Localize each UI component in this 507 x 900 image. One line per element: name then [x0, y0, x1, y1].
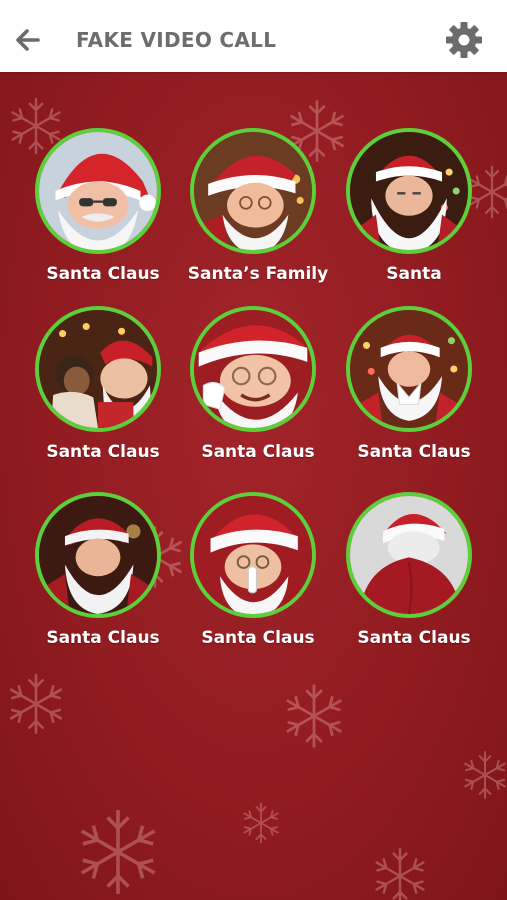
contact-tile[interactable]: Santa’s Family — [180, 128, 336, 308]
contacts-area: Santa Claus Santa’s Family Santa Santa C… — [0, 72, 507, 900]
santa-portrait-image — [350, 496, 468, 614]
santa-portrait-image — [194, 496, 312, 614]
snowflake-icon — [240, 802, 282, 844]
santa-avatar — [190, 492, 316, 618]
contact-tile[interactable]: Santa Claus — [180, 306, 336, 486]
arrow-left-icon — [16, 29, 40, 51]
santa-portrait-image — [350, 310, 468, 428]
santa-avatar — [35, 306, 161, 432]
santa-avatar — [35, 128, 161, 254]
contact-tile[interactable]: Santa Claus — [336, 306, 492, 486]
santa-portrait-image — [39, 496, 157, 614]
contact-tile[interactable]: Santa Claus — [336, 492, 492, 672]
contact-name: Santa Claus — [357, 628, 471, 648]
santa-portrait-image — [39, 132, 157, 250]
contact-name: Santa’s Family — [187, 264, 329, 284]
contact-name: Santa Claus — [46, 264, 160, 284]
contact-name: Santa Claus — [201, 442, 315, 462]
contact-name: Santa Claus — [201, 628, 315, 648]
santa-avatar — [346, 128, 472, 254]
page-title: FAKE VIDEO CALL — [76, 28, 277, 52]
santa-portrait-image — [194, 132, 312, 250]
santa-portrait-image — [39, 310, 157, 428]
santa-avatar — [190, 306, 316, 432]
snowflake-icon — [74, 808, 162, 896]
santa-portrait-image — [350, 132, 468, 250]
contact-tile[interactable]: Santa Claus — [25, 492, 181, 672]
santa-portrait-image — [194, 310, 312, 428]
back-button[interactable] — [8, 18, 52, 62]
contact-tile[interactable]: Santa Claus — [25, 306, 181, 486]
contact-tile[interactable]: Santa — [336, 128, 492, 308]
contact-name: Santa Claus — [46, 628, 160, 648]
snowflake-icon — [5, 672, 67, 736]
snowflake-icon — [281, 683, 347, 749]
santa-avatar — [190, 128, 316, 254]
santa-avatar — [346, 306, 472, 432]
app-header: FAKE VIDEO CALL — [0, 0, 507, 72]
contact-name: Santa Claus — [46, 442, 160, 462]
contact-name: Santa Claus — [357, 442, 471, 462]
snowflake-icon — [460, 750, 507, 800]
contact-tile[interactable]: Santa Claus — [180, 492, 336, 672]
settings-button[interactable] — [442, 18, 486, 62]
santa-avatar — [346, 492, 472, 618]
contact-name: Santa — [386, 264, 442, 284]
santa-avatar — [35, 492, 161, 618]
snowflake-icon — [371, 846, 429, 900]
contact-tile[interactable]: Santa Claus — [25, 128, 181, 308]
gear-icon — [446, 22, 482, 58]
